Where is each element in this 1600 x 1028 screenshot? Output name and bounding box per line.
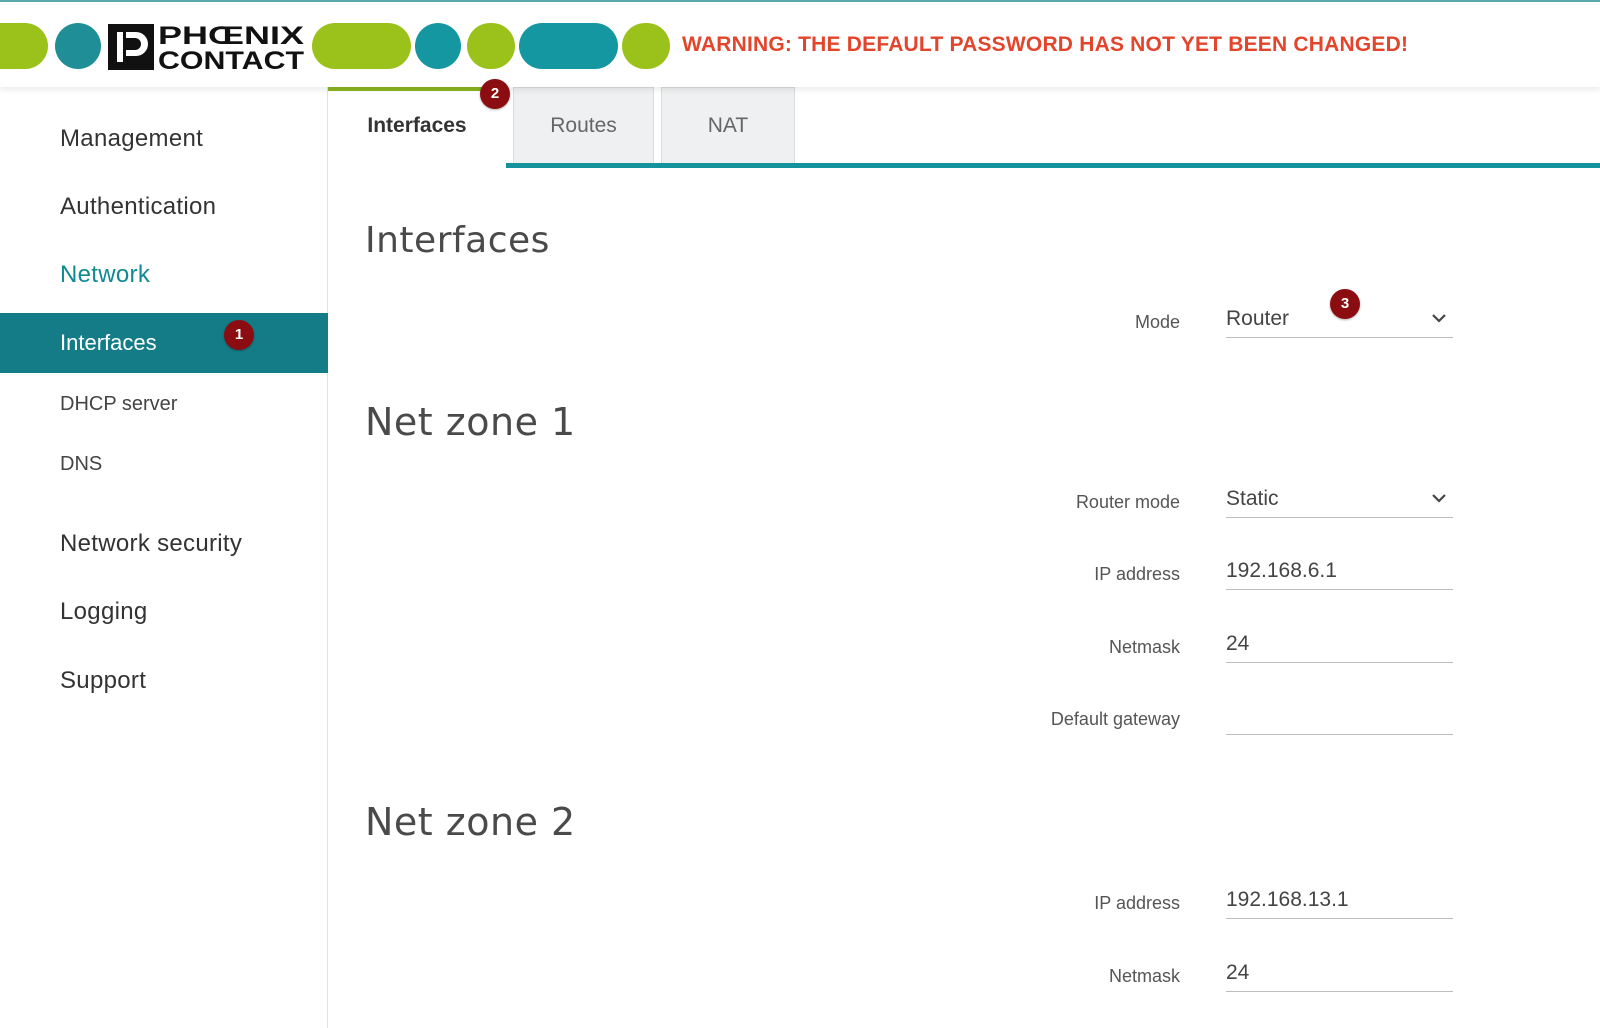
zone1-netmask-field[interactable]: 24 [1226, 623, 1453, 663]
router-mode-value: Static [1226, 487, 1279, 510]
zone2-ip-value: 192.168.13.1 [1226, 888, 1349, 911]
default-gateway-label: Default gateway [1050, 709, 1180, 729]
sidebar-item-network-security[interactable]: Network security [60, 530, 242, 558]
zone1-ip-value: 192.168.6.1 [1226, 559, 1337, 582]
header-decor-pill [55, 23, 101, 69]
callout-badge-2: 2 [480, 79, 510, 109]
sidebar-item-logging[interactable]: Logging [60, 598, 148, 626]
default-password-warning: WARNING: THE DEFAULT PASSWORD HAS NOT YE… [682, 33, 1409, 56]
sidebar-item-support[interactable]: Support [60, 667, 146, 695]
brand-line-1: PHŒNIX [158, 22, 304, 50]
tab-interfaces[interactable]: Interfaces [328, 87, 506, 163]
chevron-down-icon [1432, 314, 1446, 323]
callout-badge-3: 3 [1330, 289, 1360, 319]
header-decor-pill [415, 23, 461, 69]
header-decor-pill [519, 23, 618, 69]
sidebar-item-label: Interfaces [60, 330, 157, 355]
router-mode-label: Router mode [1075, 492, 1180, 512]
zone2-netmask-value: 24 [1226, 961, 1250, 984]
zone2-netmask-label: Netmask [1108, 966, 1180, 986]
brand-line-2: CONTACT [158, 47, 304, 72]
header-decor-pill [622, 23, 670, 69]
sidebar-item-management[interactable]: Management [60, 125, 203, 153]
zone2-ip-label: IP address [1094, 893, 1180, 913]
page-title: Interfaces [365, 220, 550, 261]
zone1-ip-field[interactable]: 192.168.6.1 [1226, 550, 1453, 590]
zone1-netmask-label: Netmask [1108, 637, 1180, 657]
net-zone-1-title: Net zone 1 [365, 400, 576, 444]
callout-badge-1: 1 [224, 320, 254, 350]
sidebar-item-dhcp-server[interactable]: DHCP server [60, 393, 177, 416]
tab-nat[interactable]: NAT [661, 87, 795, 163]
header-decor-pill [0, 23, 48, 69]
header-decor-pill [312, 23, 411, 69]
default-gateway-field[interactable] [1226, 695, 1453, 735]
header-decor-pill [467, 23, 515, 69]
tab-routes[interactable]: Routes [513, 87, 654, 163]
zone1-netmask-value: 24 [1226, 632, 1250, 655]
router-mode-select[interactable]: Static [1226, 478, 1453, 518]
top-header: PHŒNIX CONTACT WARNING: THE DEFAULT PASS… [0, 0, 1600, 87]
phoenix-contact-logo-mark: PHŒNIX CONTACT [108, 22, 304, 75]
phoenix-contact-logo[interactable]: PHŒNIX CONTACT [108, 22, 306, 75]
chevron-down-icon [1432, 494, 1446, 503]
mode-value: Router [1226, 307, 1290, 330]
sidebar-item-dns[interactable]: DNS [60, 453, 102, 476]
sidebar-nav: Management Authentication Network Interf… [0, 87, 328, 1028]
zone2-netmask-field[interactable]: 24 [1226, 952, 1453, 992]
sidebar-item-interfaces[interactable]: Interfaces [0, 313, 328, 373]
net-zone-2-title: Net zone 2 [365, 800, 576, 844]
mode-label: Mode [1134, 312, 1180, 332]
zone1-ip-label: IP address [1094, 564, 1180, 584]
sidebar-item-network[interactable]: Network [60, 261, 150, 289]
tab-bar-underline [506, 163, 1600, 168]
sidebar-item-authentication[interactable]: Authentication [60, 193, 216, 221]
zone2-ip-field[interactable]: 192.168.13.1 [1226, 879, 1453, 919]
